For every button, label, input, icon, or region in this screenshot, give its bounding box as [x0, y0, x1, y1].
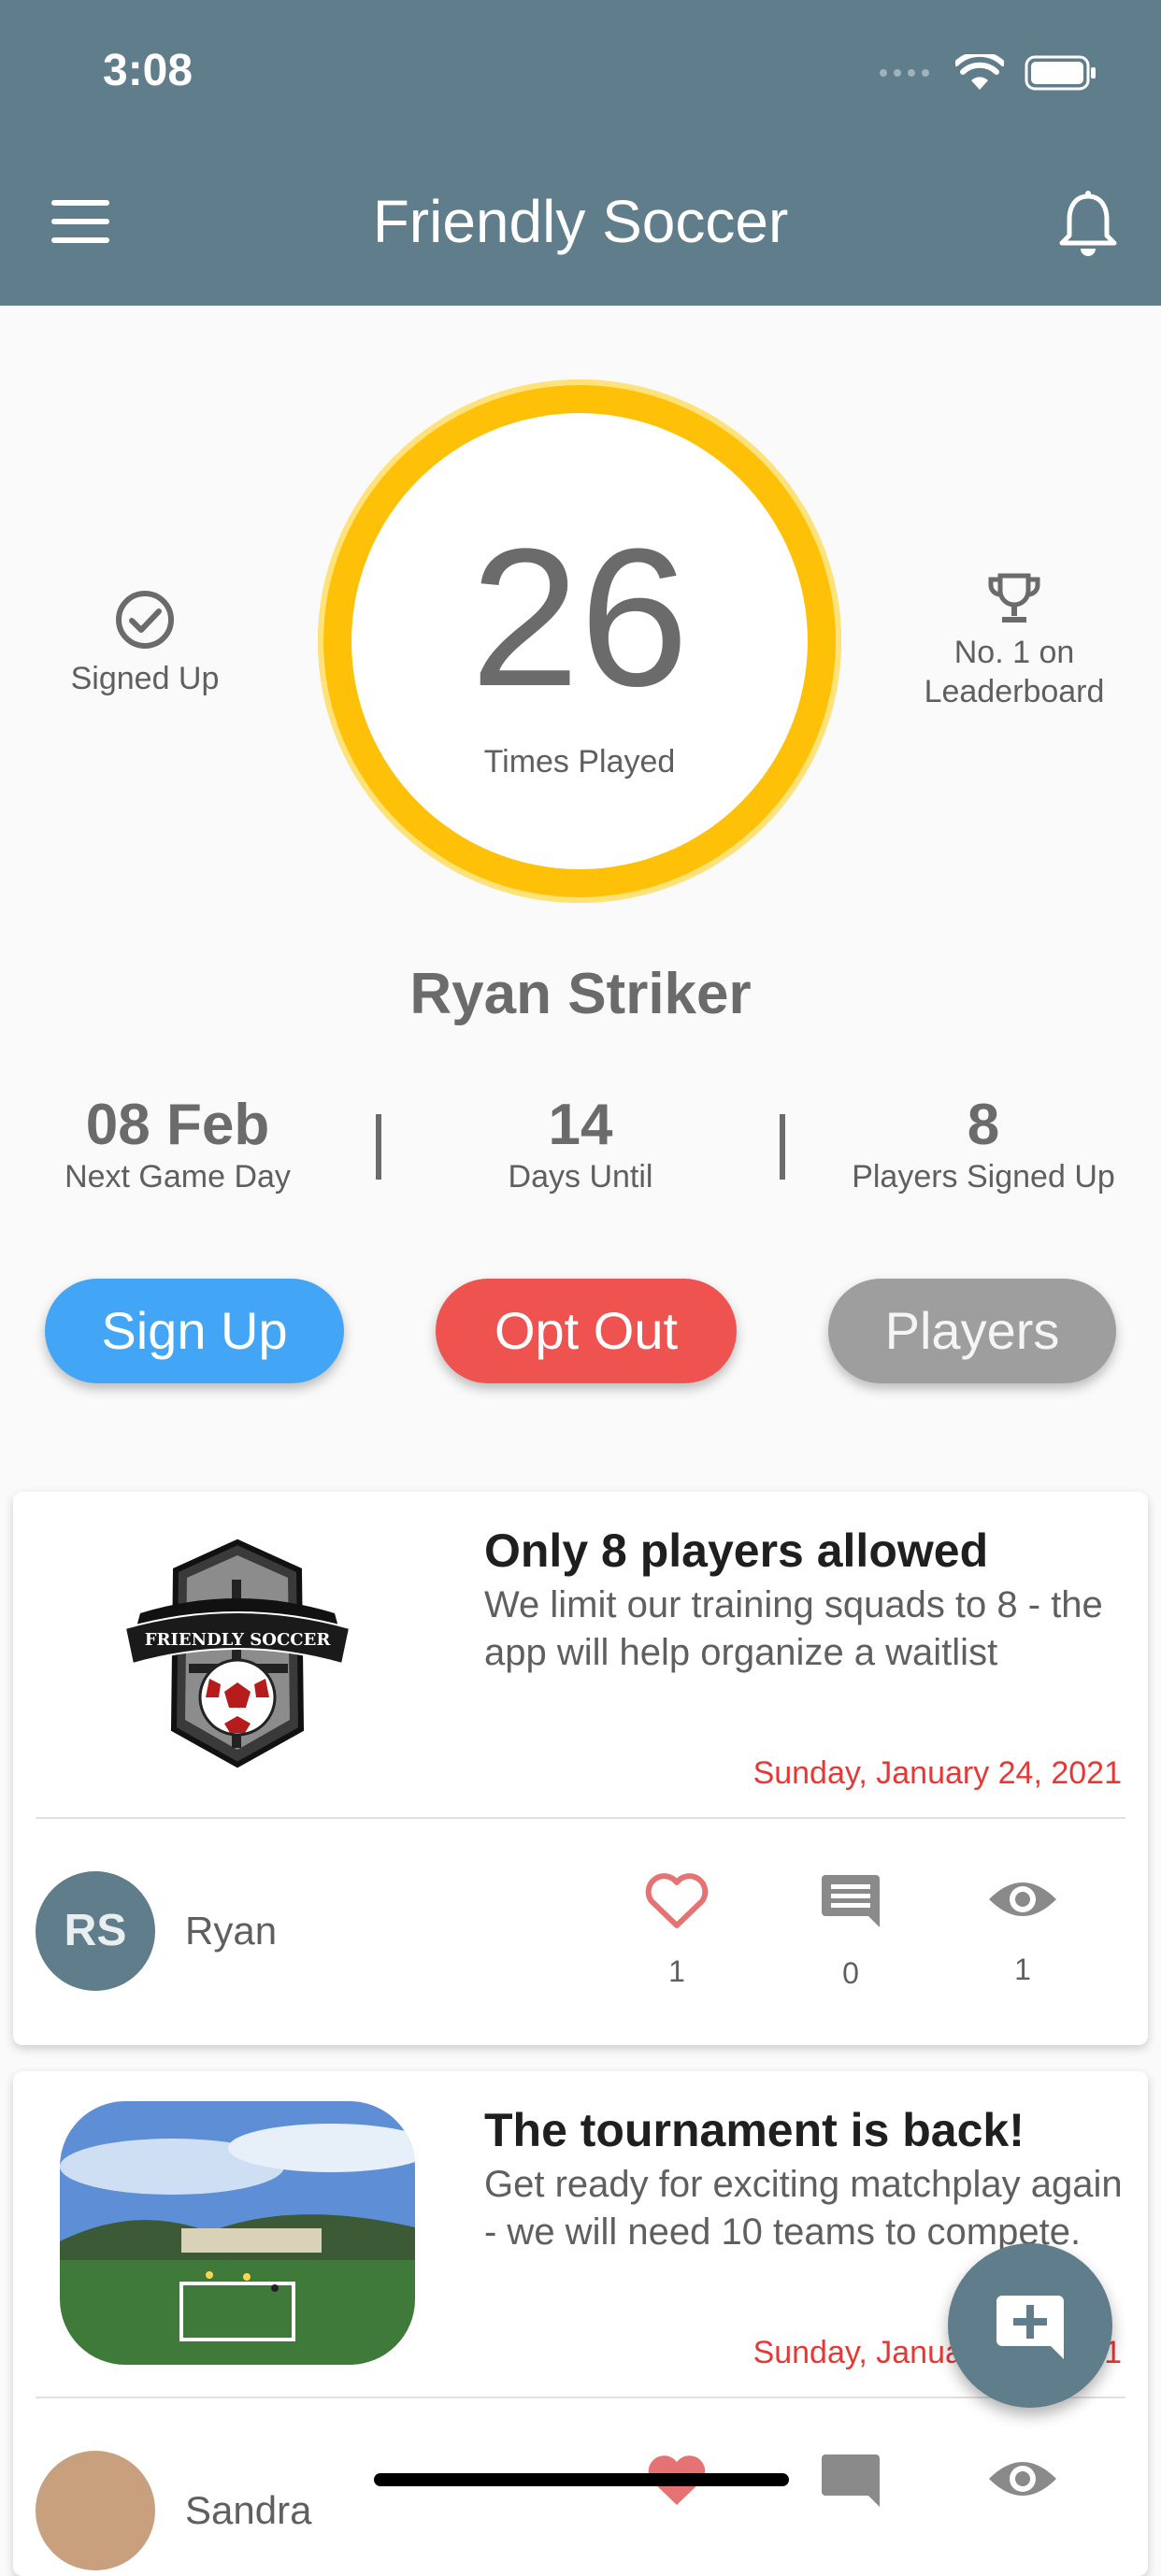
leaderboard-rank[interactable]: No. 1 on Leaderboard: [888, 570, 1140, 711]
days-until-value: 14: [548, 1093, 613, 1157]
comment-button[interactable]: [795, 2451, 907, 2515]
views-indicator: [967, 2451, 1079, 2512]
signal-icon: [880, 69, 929, 77]
post-date: Sunday, January 24, 2021: [752, 1755, 1122, 1791]
leaderboard-line-1: No. 1 on: [953, 635, 1075, 670]
views-indicator: 1: [967, 1871, 1079, 1987]
players-button[interactable]: Players: [828, 1279, 1116, 1383]
view-count: 1: [1014, 1953, 1031, 1986]
app-title: Friendly Soccer: [372, 188, 789, 255]
like-count: 1: [668, 1954, 685, 1988]
card-divider: [36, 1817, 1125, 1819]
players-signed-up-stat: 8 Players Signed Up: [806, 1092, 1161, 1195]
post-author: Ryan: [185, 1909, 278, 1953]
bell-icon: [1059, 191, 1117, 256]
stat-divider: [780, 1114, 785, 1180]
next-game-stat: 08 Feb Next Game Day: [0, 1092, 355, 1195]
comment-icon: [822, 2454, 880, 2507]
friendly-soccer-logo: FRIENDLY SOCCER: [123, 1538, 351, 1768]
comment-count: 0: [842, 1956, 859, 1990]
post-title: The tournament is back!: [484, 2104, 1025, 2156]
tournament-photo: [60, 2101, 415, 2365]
battery-icon: [1025, 55, 1096, 91]
new-post-fab[interactable]: [948, 2243, 1112, 2408]
next-game-label: Next Game Day: [64, 1159, 291, 1195]
times-played-label: Times Played: [483, 744, 676, 780]
sign-up-button[interactable]: Sign Up: [45, 1279, 344, 1383]
signed-up-label: Signed Up: [70, 661, 220, 696]
next-game-value: 08 Feb: [85, 1093, 270, 1157]
notifications-button[interactable]: [1058, 191, 1118, 258]
post-body: We limit our training squads to 8 - the …: [484, 1584, 1103, 1673]
comment-icon: [822, 1875, 880, 1927]
post-thumbnail: FRIENDLY SOCCER: [60, 1524, 415, 1787]
post-author: Sandra: [185, 2488, 312, 2532]
player-name: Ryan Striker: [409, 962, 752, 1026]
status-time: 3:08: [103, 46, 194, 95]
eye-icon: [989, 2462, 1056, 2496]
app-bar: 3:08 Friendly Soccer: [0, 0, 1161, 306]
status-icons: [879, 54, 1097, 92]
heart-icon: [645, 1873, 709, 1928]
add-comment-icon: [996, 2296, 1064, 2359]
avatar[interactable]: [36, 2451, 155, 2570]
trophy-icon: [988, 573, 1040, 623]
check-circle-icon: [116, 591, 174, 649]
days-until-stat: 14 Days Until: [403, 1092, 758, 1195]
wifi-icon: [955, 54, 1004, 90]
post-title: Only 8 players allowed: [484, 1524, 989, 1577]
players-signed-up-value: 8: [967, 1093, 1000, 1157]
stat-divider: [376, 1114, 381, 1180]
times-played-ring: 26 Times Played: [318, 379, 841, 903]
svg-text:FRIENDLY SOCCER: FRIENDLY SOCCER: [145, 1630, 332, 1650]
post-body: Get ready for exciting matchplay again -…: [484, 2164, 1123, 2253]
comment-button[interactable]: 0: [795, 1871, 907, 1991]
opt-out-button[interactable]: Opt Out: [436, 1279, 737, 1383]
players-signed-up-label: Players Signed Up: [852, 1159, 1115, 1195]
like-button[interactable]: 1: [621, 1871, 733, 1989]
eye-icon: [989, 1882, 1056, 1916]
days-until-label: Days Until: [508, 1159, 653, 1195]
post-card[interactable]: FRIENDLY SOCCER Only 8 players allowed W…: [13, 1492, 1148, 2045]
times-played-count: 26: [470, 508, 689, 727]
home-indicator[interactable]: [374, 2473, 789, 2486]
leaderboard-line-2: Leaderboard: [924, 674, 1105, 709]
post-thumbnail: [60, 2101, 415, 2365]
signed-up-status: Signed Up: [37, 589, 252, 697]
avatar[interactable]: RS: [36, 1871, 155, 1991]
